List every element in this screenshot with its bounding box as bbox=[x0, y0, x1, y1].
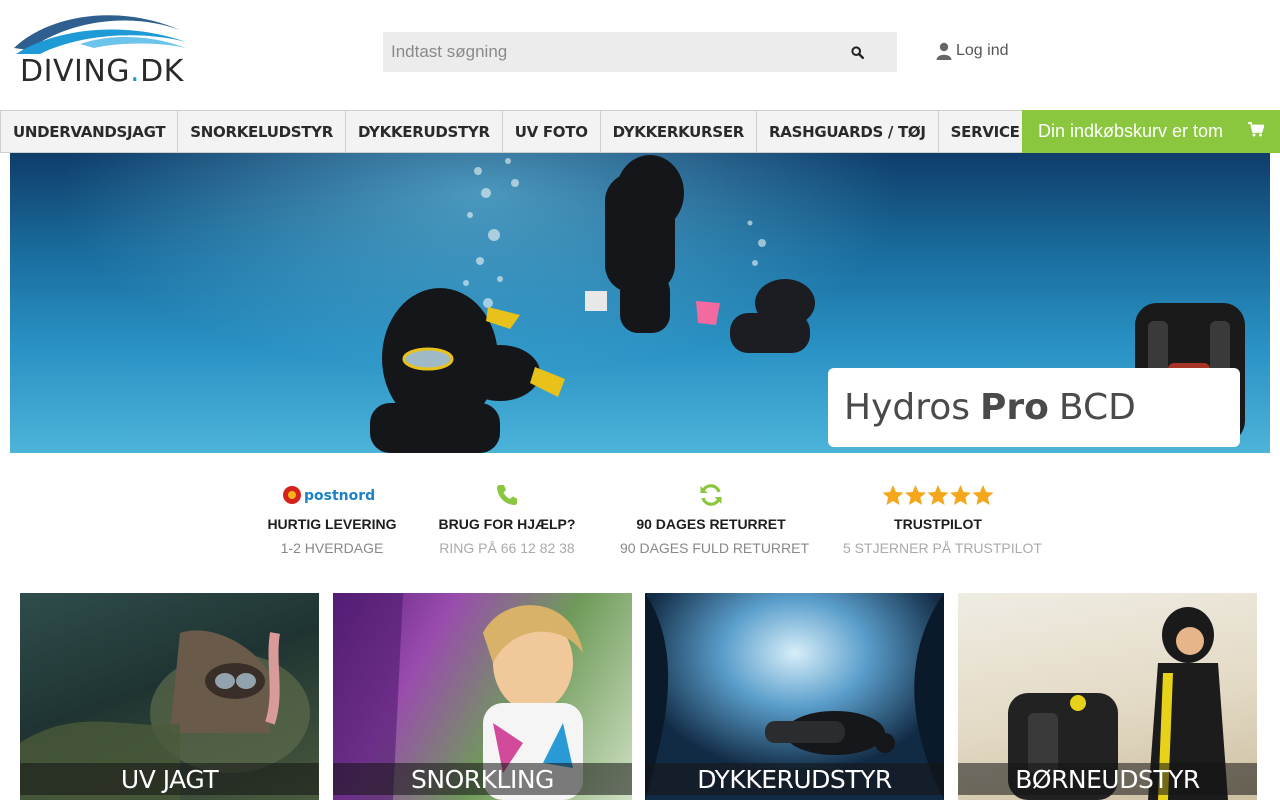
star-icon bbox=[905, 485, 926, 505]
postnord-logo-text: postnord bbox=[304, 488, 375, 504]
cart-label: Din indkøbskurv er tom bbox=[1038, 121, 1224, 141]
category-tile-snorkling[interactable]: SNORKLING bbox=[333, 593, 632, 800]
logo-text: DIVING.DK bbox=[20, 54, 184, 89]
postnord-logo: postnord bbox=[260, 475, 404, 515]
usp-delivery: postnord HURTIG LEVERING 1-2 HVERDAGE bbox=[260, 475, 404, 556]
category-tile-label: SNORKLING bbox=[333, 763, 632, 795]
usp-returns: 90 DAGES RETURRET 90 DAGES FULD RETURRET bbox=[620, 475, 810, 556]
login-link[interactable]: Log ind bbox=[936, 41, 1009, 61]
search-icon bbox=[850, 45, 864, 59]
category-tile-label: DYKKERUDSTYR bbox=[645, 763, 944, 795]
usp-row: postnord HURTIG LEVERING 1-2 HVERDAGE BR… bbox=[0, 475, 1280, 565]
usp-delivery-subtitle: 1-2 HVERDAGE bbox=[280, 540, 384, 556]
usp-delivery-title: HURTIG LEVERING bbox=[267, 516, 397, 532]
nav-item-undervandsjagt[interactable]: UNDERVANDSJAGT bbox=[0, 111, 177, 152]
star-rating bbox=[882, 485, 994, 505]
nav-item-rashguards[interactable]: RASHGUARDS / TØJ bbox=[756, 111, 938, 152]
postnord-logo-icon: postnord bbox=[283, 486, 375, 504]
hero-product-badge[interactable]: Hydros Pro BCD bbox=[828, 368, 1240, 447]
nav-item-snorkeludstyr[interactable]: SNORKELUDSTYR bbox=[177, 111, 345, 152]
usp-trustpilot[interactable]: TRUSTPILOT 5 STJERNER PÅ TRUSTPILOT bbox=[843, 475, 1042, 556]
category-tile-uv-jagt[interactable]: UV JAGT bbox=[20, 593, 319, 800]
cart-button[interactable]: Din indkøbskurv er tom bbox=[1022, 110, 1280, 153]
hero-product-pro: Pro bbox=[980, 387, 1049, 428]
nav-item-dykkerkurser[interactable]: DYKKERKURSER bbox=[599, 111, 756, 152]
category-tile-label: UV JAGT bbox=[20, 763, 319, 795]
usp-trustpilot-subtitle: 5 STJERNER PÅ TRUSTPILOT bbox=[843, 540, 1042, 556]
star-icon bbox=[882, 485, 904, 505]
nav-item-uv-foto[interactable]: UV FOTO bbox=[501, 111, 600, 152]
site-header: DIVING.DK Log ind bbox=[0, 0, 1280, 110]
category-tile-label: BØRNEUDSTYR bbox=[958, 763, 1257, 795]
hero-product-name: Hydros bbox=[844, 387, 971, 428]
usp-help-subtitle[interactable]: RING PÅ 66 12 82 38 bbox=[435, 540, 579, 556]
main-navigation: UNDERVANDSJAGT SNORKELUDSTYR DYKKERUDSTY… bbox=[0, 110, 1280, 153]
wave-logo-icon bbox=[14, 15, 186, 54]
category-tiles: UV JAGT SNORKLING DYKKERUDSTYR BØRNEUDST… bbox=[0, 593, 1280, 800]
phone-icon bbox=[435, 475, 579, 515]
star-icon bbox=[972, 485, 994, 505]
site-logo[interactable]: DIVING.DK bbox=[10, 8, 188, 89]
star-icon bbox=[927, 485, 949, 505]
shopping-cart-icon bbox=[1248, 122, 1264, 137]
phone-icon-svg bbox=[497, 485, 517, 505]
hero-banner[interactable]: Hydros Pro BCD bbox=[10, 153, 1270, 453]
usp-help: BRUG FOR HJÆLP? RING PÅ 66 12 82 38 bbox=[435, 475, 579, 556]
user-icon bbox=[936, 42, 952, 60]
usp-help-title: BRUG FOR HJÆLP? bbox=[438, 516, 576, 532]
nav-menu: UNDERVANDSJAGT SNORKELUDSTYR DYKKERUDSTY… bbox=[0, 111, 1117, 152]
usp-trustpilot-title: TRUSTPILOT bbox=[894, 516, 982, 532]
search-button[interactable] bbox=[817, 32, 897, 72]
refresh-icon bbox=[620, 475, 802, 515]
refresh-icon-svg bbox=[700, 484, 722, 506]
trustpilot-stars bbox=[843, 475, 1033, 515]
nav-item-dykkerudstyr[interactable]: DYKKERUDSTYR bbox=[345, 111, 502, 152]
login-label: Log ind bbox=[956, 42, 1009, 59]
category-tile-borneudstyr[interactable]: BØRNEUDSTYR bbox=[958, 593, 1257, 800]
category-tile-dykkerudstyr[interactable]: DYKKERUDSTYR bbox=[645, 593, 944, 800]
usp-returns-title: 90 DAGES RETURRET bbox=[636, 516, 786, 532]
hero-product-type: BCD bbox=[1058, 387, 1136, 428]
search-input[interactable] bbox=[383, 32, 843, 72]
search-bar bbox=[383, 32, 897, 72]
star-icon bbox=[950, 485, 971, 505]
usp-returns-subtitle: 90 DAGES FULD RETURRET bbox=[620, 540, 810, 556]
